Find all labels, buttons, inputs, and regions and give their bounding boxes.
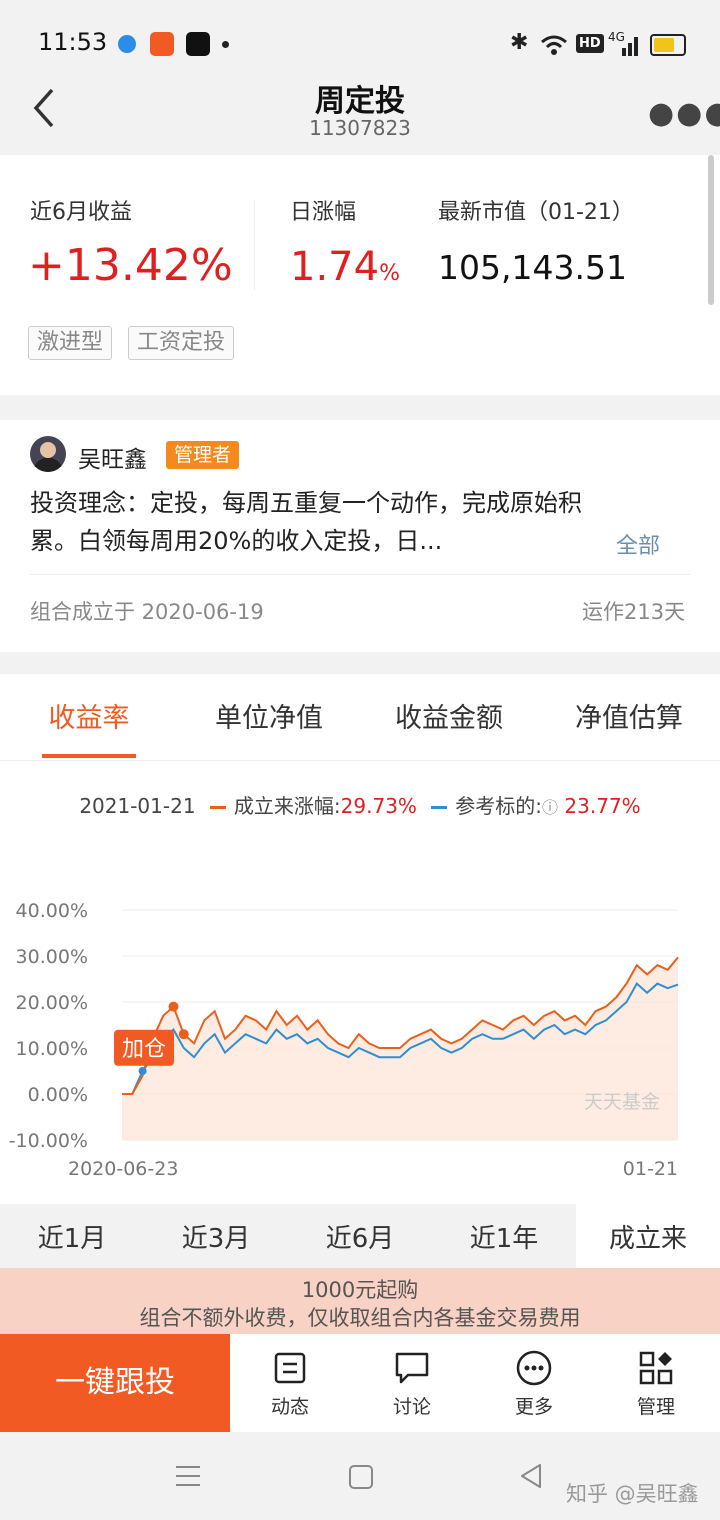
tag-strategy: 工资定投 [128, 326, 235, 360]
show-all-link[interactable]: 全部 [616, 528, 660, 560]
hd-icon: HD [576, 34, 604, 53]
return-value: +13.42% [28, 240, 233, 291]
follow-invest-button[interactable]: 一键跟投 [0, 1334, 230, 1432]
status-time: 11:53 [38, 28, 108, 56]
news-icon [274, 1352, 306, 1384]
action-discuss-label: 讨论 [392, 1396, 431, 1418]
action-more-label: 更多 [514, 1396, 553, 1418]
action-news[interactable]: 动态 [240, 1350, 340, 1419]
legend-benchmark-value: 23.77% [564, 794, 641, 818]
y-tick-label: 0.00% [28, 1084, 88, 1106]
divider [0, 760, 720, 761]
legend-swatch-portfolio [209, 806, 226, 809]
action-discuss[interactable]: 讨论 [362, 1350, 462, 1419]
return-chart[interactable]: 40.00% 30.00% 20.00% 10.00% 0.00% -10.00% 加仓天天… [0, 890, 720, 1190]
period-since-inception[interactable]: 成立来 [576, 1218, 720, 1255]
benchmark-point [138, 1067, 147, 1075]
signal-icon [622, 37, 638, 56]
action-more[interactable]: 更多 [484, 1350, 584, 1419]
legend-swatch-benchmark [431, 806, 448, 809]
daily-change-label: 日涨幅 [290, 200, 357, 225]
tiktok-icon [186, 32, 210, 56]
period-1m[interactable]: 近1月 [0, 1218, 144, 1255]
action-news-label: 动态 [270, 1396, 309, 1418]
bluetooth-icon: ✱ [510, 30, 529, 55]
y-tick-label: -10.00% [9, 1130, 88, 1152]
return-label: 近6月收益 [30, 200, 132, 225]
period-3m[interactable]: 近3月 [144, 1218, 288, 1255]
running-days: 运作213天 [582, 600, 686, 624]
action-manage[interactable]: 管理 [606, 1350, 706, 1419]
y-tick-label: 20.00% [16, 992, 88, 1014]
description-line-1: 投资理念：定投，每周五重复一个动作，完成原始积 [30, 489, 582, 517]
avatar[interactable] [30, 436, 66, 472]
portfolio-id: 11307823 [309, 116, 411, 140]
y-tick-label: 10.00% [16, 1038, 88, 1060]
y-tick-label: 40.00% [16, 900, 88, 922]
active-tab-indicator [42, 754, 136, 758]
wifi-icon [541, 35, 567, 55]
buy-marker-point [168, 1001, 179, 1012]
tab-return-rate[interactable]: 收益率 [14, 696, 164, 735]
x-tick-label: 01-21 [623, 1158, 678, 1180]
home-icon[interactable] [348, 1464, 374, 1490]
y-tick-label: 30.00% [16, 946, 88, 968]
battery-icon [650, 34, 686, 56]
period-1y[interactable]: 近1年 [432, 1218, 576, 1255]
tag-risk: 激进型 [28, 326, 113, 360]
fee-text: 组合不额外收费，仅收取组合内各基金交易费用 [139, 1306, 581, 1330]
info-icon[interactable]: ⓘ [542, 798, 558, 817]
divider [30, 574, 690, 575]
page-title: 周定投 [315, 84, 405, 119]
tab-return-amount[interactable]: 收益金额 [374, 696, 524, 735]
back-nav-icon[interactable] [518, 1462, 544, 1490]
grid-icon [639, 1351, 673, 1385]
scrollbar[interactable] [708, 155, 714, 305]
chat-icon [395, 1352, 429, 1384]
market-value: 105,143.51 [438, 248, 627, 287]
x-tick-label: 2020-06-23 [68, 1158, 178, 1180]
menu-icon[interactable] [174, 1464, 202, 1488]
annotation-label: 加仓 [122, 1037, 166, 1062]
chart-watermark: 天天基金 [584, 1091, 660, 1113]
legend-benchmark-label: 参考标的: [455, 794, 543, 818]
min-purchase-text: 1000元起购 [301, 1278, 419, 1302]
app-notification-icon-2 [150, 32, 174, 56]
legend-portfolio-value: 29.73% [340, 794, 417, 818]
divider [254, 200, 255, 290]
more-circle-icon [516, 1350, 552, 1386]
manager-badge: 管理者 [166, 441, 240, 469]
description-line-2: 累。白领每周用20%的收入定投，日... [30, 527, 443, 555]
tab-unit-nav[interactable]: 单位净值 [194, 696, 344, 735]
tab-nav-estimate[interactable]: 净值估算 [554, 696, 704, 735]
more-notifications-icon [222, 41, 229, 48]
legend-portfolio-label: 成立来涨幅: [233, 794, 341, 818]
chart-legend: 2021-01-21 成立来涨幅:29.73% 参考标的:ⓘ 23.77% [0, 790, 720, 819]
manager-name[interactable]: 吴旺鑫 [78, 440, 147, 474]
more-dots-icon[interactable]: ●●● [648, 96, 720, 131]
buy-marker-point [178, 1029, 189, 1040]
daily-change-value: 1.74% [290, 244, 400, 290]
investment-description: 投资理念：定投，每周五重复一个动作，完成原始积 累。白领每周用20%的收入定投，日… [30, 484, 670, 560]
founded-date: 组合成立于 2020-06-19 [30, 600, 264, 624]
period-6m[interactable]: 近6月 [288, 1218, 432, 1255]
action-manage-label: 管理 [636, 1396, 675, 1418]
watermark: 知乎 @吴旺鑫 [566, 1482, 699, 1506]
app-notification-icon [118, 35, 136, 53]
legend-date: 2021-01-21 [79, 794, 196, 818]
market-value-label: 最新市值（01-21） [438, 200, 634, 225]
